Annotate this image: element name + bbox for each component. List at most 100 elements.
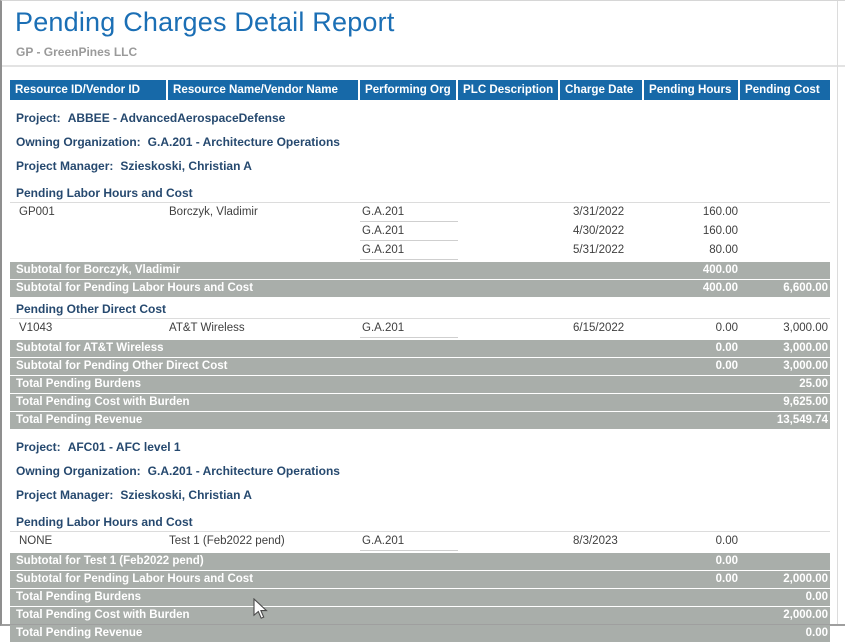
report-page: { "report": { "title": "Pending Charges … — [0, 0, 845, 626]
column-header-row: Resource ID/Vendor IDResource Name/Vendo… — [10, 80, 830, 100]
subtotal-bar-hours: 400.00 — [644, 280, 740, 297]
subtotal-bar: Subtotal for Pending Other Direct Cost0.… — [10, 358, 830, 375]
cell-cost — [740, 241, 830, 260]
cell-cost — [740, 532, 830, 551]
total-bar-label: Total Pending Revenue — [10, 412, 644, 429]
total-bar-label: Total Pending Burdens — [10, 589, 644, 606]
project-manager-line-value: Szieskoski, Christian A — [120, 159, 252, 173]
total-bar: Total Pending Revenue 0.00 — [10, 625, 830, 642]
cell-date: 6/15/2022 — [560, 319, 644, 338]
project-section: Project: AFC01 - AFC level 1 Owning Organi… — [10, 440, 830, 642]
cell-date: 8/3/2023 — [560, 532, 644, 551]
table-row: G.A.2014/30/2022160.00 — [10, 222, 830, 241]
owning-org-line-value: G.A.201 - Architecture Operations — [148, 135, 340, 149]
owning-org-line-value: G.A.201 - Architecture Operations — [148, 464, 340, 478]
project-line: Project: AFC01 - AFC level 1 — [16, 440, 830, 454]
subtotal-bar: Subtotal for AT&T Wireless0.003,000.00 — [10, 340, 830, 357]
project-line-label: Project: — [16, 111, 61, 125]
subtotal-bar-cost: 6,600.00 — [740, 280, 830, 297]
owning-org-line: Owning Organization: G.A.201 - Architectu… — [16, 135, 830, 149]
total-bar-cost: 13,549.74 — [740, 412, 830, 429]
table-row: V1043AT&T WirelessG.A.2016/15/20220.003,… — [10, 319, 830, 338]
cell-cost — [740, 222, 830, 241]
project-manager-line: Project Manager:Szieskoski, Christian A — [16, 488, 830, 502]
total-bar-hours — [644, 412, 740, 429]
project-manager-line-label: Project Manager: — [16, 159, 113, 173]
project-line: Project:ABBEE - AdvancedAerospaceDefense — [16, 111, 830, 125]
project-manager-line: Project Manager: Szieskoski, Christian A — [16, 159, 830, 173]
cell-hours: 0.00 — [644, 319, 740, 338]
cell-date: 5/31/2022 — [560, 241, 644, 260]
cell-id: V1043 — [10, 319, 168, 338]
total-bar-hours — [644, 625, 740, 642]
cell-id — [10, 241, 168, 260]
column-header-3: Performing Org — [360, 80, 458, 100]
total-bar: Total Pending Revenue 13,549.74 — [10, 412, 830, 429]
cell-plc — [458, 532, 560, 551]
subtotal-bar-label: Subtotal for Test 1 (Feb2022 pend) — [10, 553, 644, 570]
report-grid: Resource ID/Vendor IDResource Name/Vendo… — [10, 80, 830, 642]
column-header-4: PLC Description — [458, 80, 560, 100]
cell-name: Test 1 (Feb2022 pend) — [168, 532, 360, 551]
total-bar: Total Pending Cost with Burden9,625.00 — [10, 394, 830, 411]
project-line-value: AFC01 - AFC level 1 — [68, 440, 181, 454]
subtotal-bar-label: Subtotal for Pending Other Direct Cost — [10, 358, 644, 375]
cell-plc — [458, 241, 560, 260]
total-bars: Total Pending Burdens25.00Total Pending … — [10, 376, 830, 429]
subtotal-bars: Subtotal for Borczyk, Vladimir400.00Subt… — [10, 262, 830, 297]
cell-date: 4/30/2022 — [560, 222, 644, 241]
project-info: Project:ABBEE - AdvancedAerospaceDefense… — [16, 111, 830, 173]
subtotal-bars: Subtotal for Test 1 (Feb2022 pend)0.00Su… — [10, 553, 830, 588]
column-header-6: Pending Hours — [644, 80, 740, 100]
total-bar-hours — [644, 607, 740, 624]
cell-org: G.A.201 — [360, 532, 458, 551]
subtotal-bar-label: Subtotal for AT&T Wireless — [10, 340, 644, 357]
cell-hours: 80.00 — [644, 241, 740, 260]
report-body: Project:ABBEE - AdvancedAerospaceDefense… — [10, 111, 830, 642]
total-bar: Total Pending Burdens 0.00 — [10, 589, 830, 606]
total-bar-label: Total Pending Revenue — [10, 625, 644, 642]
project-manager-line-label: Project Manager: — [16, 488, 113, 502]
subtotal-bar-hours: 0.00 — [644, 571, 740, 588]
subtotal-bar: Subtotal for Pending Labor Hours and Cos… — [10, 571, 830, 588]
cell-org: G.A.201 — [360, 222, 458, 241]
cell-org: G.A.201 — [360, 241, 458, 260]
subtotal-bar-cost — [740, 553, 830, 570]
total-bar-cost: 25.00 — [740, 376, 830, 393]
owning-org-line-label: Owning Organization: — [16, 135, 141, 149]
cell-plc — [458, 319, 560, 338]
total-bar-hours — [644, 376, 740, 393]
subtotal-bar-cost — [740, 262, 830, 279]
total-bar-cost: 0.00 — [740, 625, 830, 642]
detail-rows: NONETest 1 (Feb2022 pend)G.A.2018/3/2023… — [10, 531, 830, 551]
total-bar-hours — [644, 394, 740, 411]
column-header-7: Pending Cost — [740, 80, 830, 100]
total-bars: Total Pending Burdens 0.00 Total Pending C… — [10, 589, 830, 642]
cell-org: G.A.201 — [360, 203, 458, 222]
company-subtitle: GP - GreenPines LLC — [16, 45, 845, 59]
page-right-border — [837, 1, 838, 624]
subtotal-bars: Subtotal for AT&T Wireless0.003,000.00Su… — [10, 340, 830, 375]
cell-name — [168, 222, 360, 241]
column-header-5: Charge Date — [560, 80, 644, 100]
total-bar-cost: 0.00 — [740, 589, 830, 606]
owning-org-line: Owning Organization:G.A.201 - Architectu… — [16, 464, 830, 478]
cell-org: G.A.201 — [360, 319, 458, 338]
project-info: Project: AFC01 - AFC level 1 Owning Organi… — [16, 440, 830, 502]
subtotal-bar: Subtotal for Borczyk, Vladimir400.00 — [10, 262, 830, 279]
total-bar-hours — [644, 589, 740, 606]
header-divider — [2, 65, 845, 67]
table-row: G.A.201 5/31/202280.00 — [10, 241, 830, 260]
project-section: Project:ABBEE - AdvancedAerospaceDefense… — [10, 111, 830, 429]
total-bar-label: Total Pending Cost with Burden — [10, 394, 644, 411]
cost-group-heading: Pending Other Direct Cost — [10, 299, 830, 318]
total-bar-label: Total Pending Cost with Burden — [10, 607, 644, 624]
subtotal-bar-cost: 3,000.00 — [740, 340, 830, 357]
subtotal-bar-label: Subtotal for Pending Labor Hours and Cos… — [10, 571, 644, 588]
project-line-label: Project: — [16, 440, 61, 454]
cost-group-heading: Pending Labor Hours and Cost — [10, 512, 830, 531]
detail-rows: V1043AT&T WirelessG.A.2016/15/20220.003,… — [10, 318, 830, 338]
cell-id: GP001 — [10, 203, 168, 222]
cell-name: AT&T Wireless — [168, 319, 360, 338]
subtotal-bar-hours: 0.00 — [644, 358, 740, 375]
